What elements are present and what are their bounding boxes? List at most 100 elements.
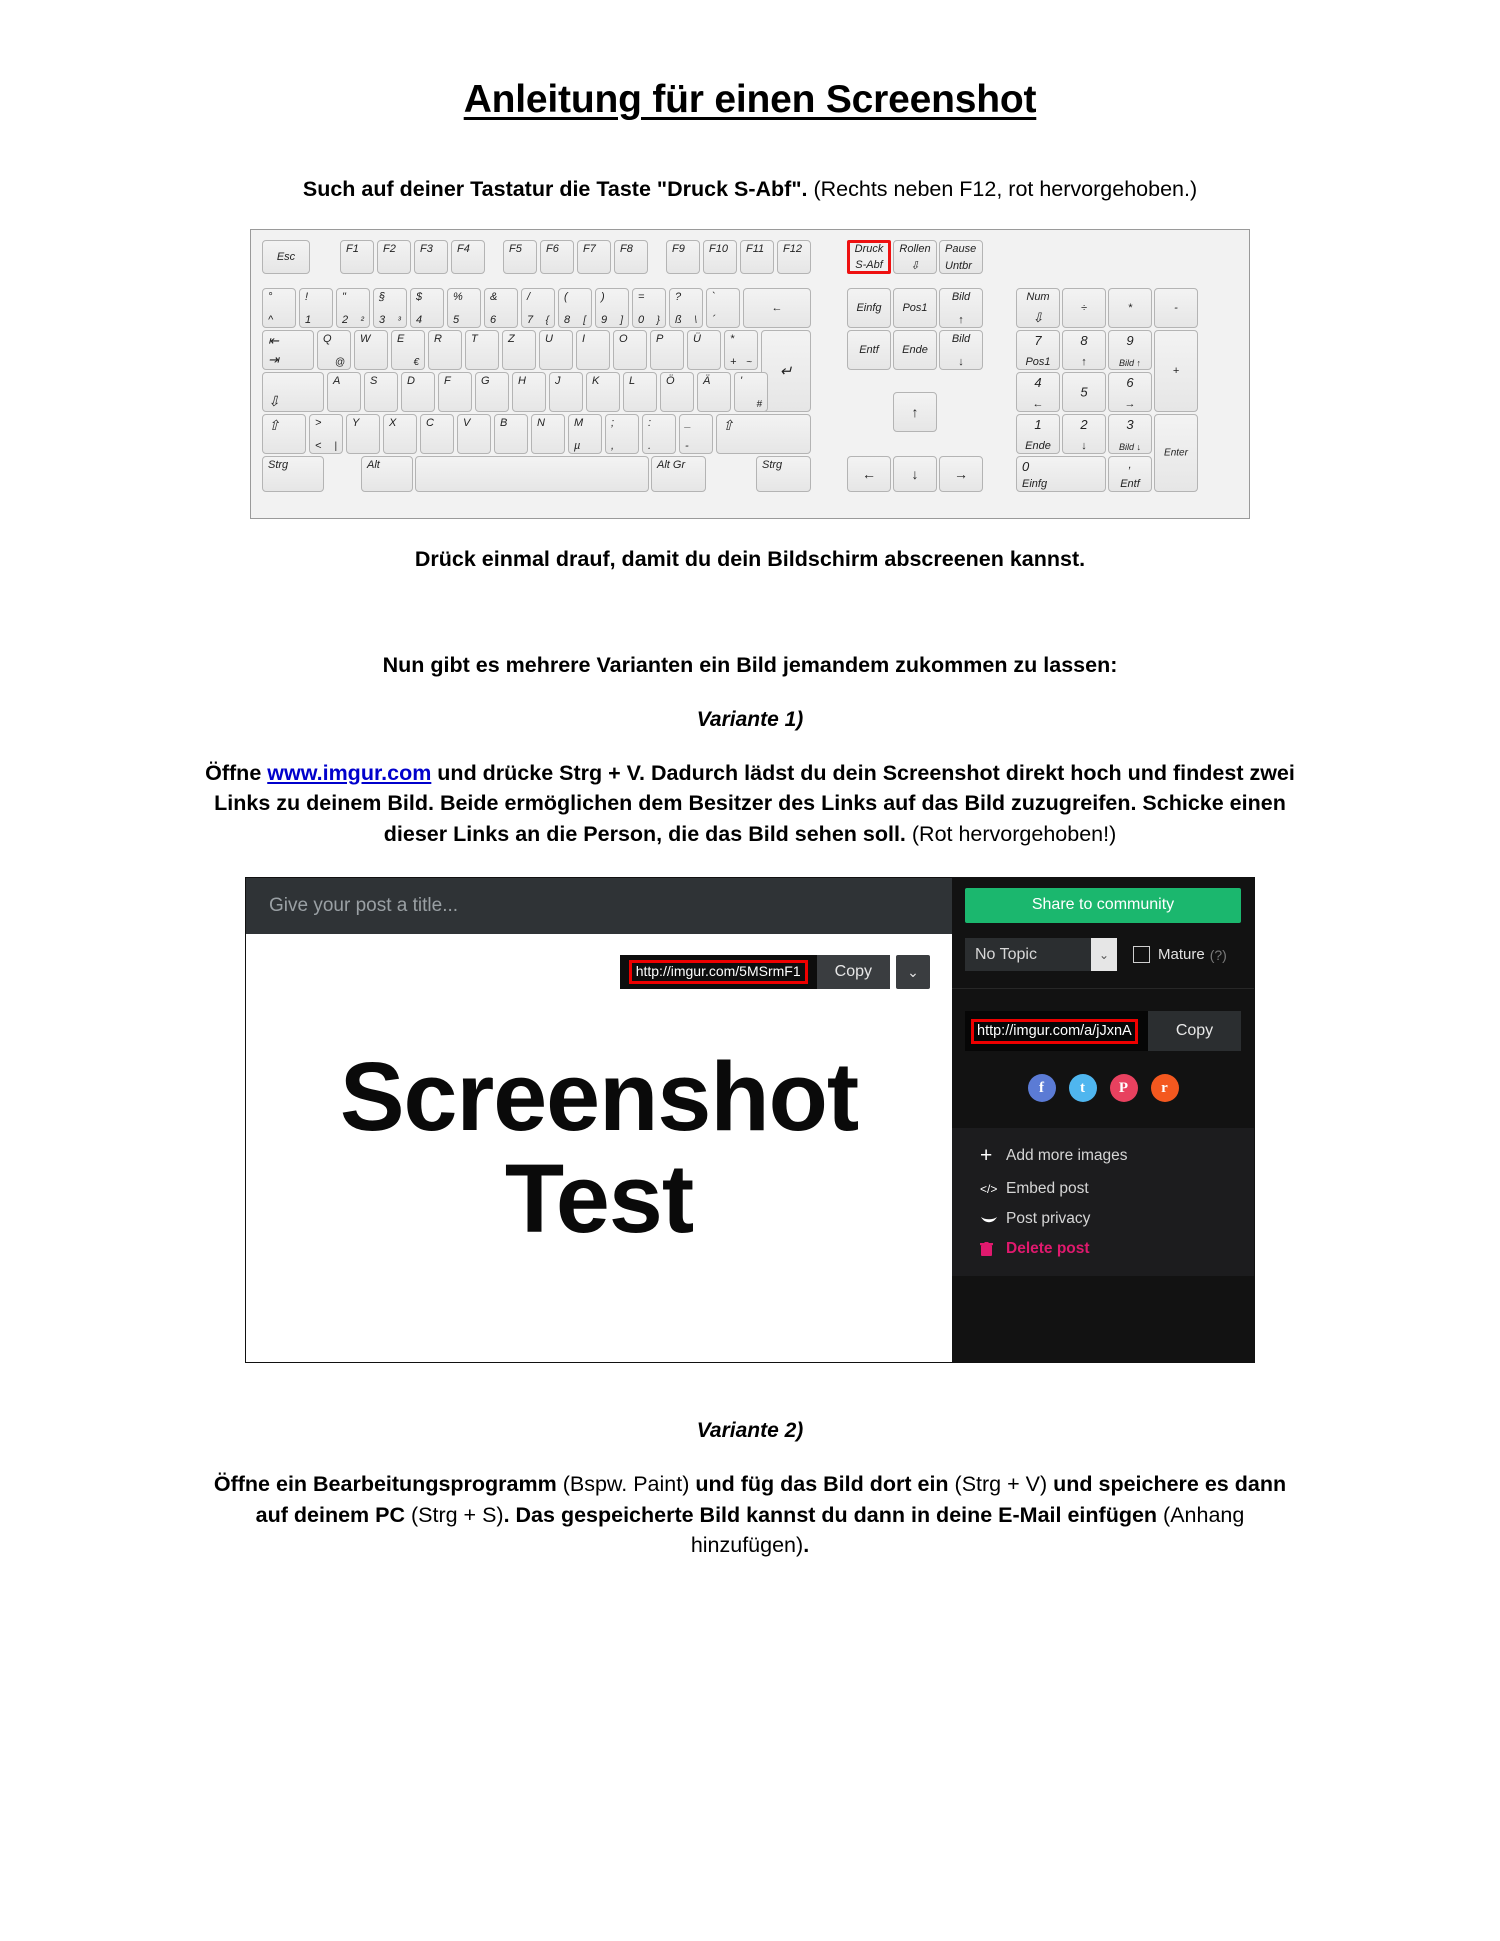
topic-select[interactable]: No Topic ⌄: [965, 938, 1117, 972]
key-space[interactable]: [415, 455, 649, 492]
key-o[interactable]: O: [613, 329, 647, 370]
menu-item-post-privacy[interactable]: Post privacy: [980, 1210, 1254, 1228]
key-s[interactable]: S: [364, 371, 398, 412]
key-np-8[interactable]: 8 ↑: [1062, 329, 1106, 370]
key-pos1[interactable]: Pos1: [893, 287, 937, 328]
direct-link-field[interactable]: http://imgur.com/5MSrmF1: [619, 955, 817, 990]
key-less[interactable]: > < |: [309, 413, 343, 454]
key-9[interactable]: ) 9]: [595, 287, 629, 328]
direct-link-copy-button[interactable]: Copy: [816, 955, 890, 990]
key-e[interactable]: E €: [391, 329, 425, 370]
key-esc[interactable]: Esc: [262, 239, 310, 274]
key-eszett[interactable]: ? ß \: [669, 287, 703, 328]
twitter-icon[interactable]: t: [1068, 1074, 1097, 1103]
key-entf[interactable]: Entf: [847, 329, 891, 370]
key-q[interactable]: Q @: [317, 329, 351, 370]
key-1[interactable]: ! 1: [299, 287, 333, 328]
imgur-link[interactable]: www.imgur.com: [267, 761, 431, 785]
key-np-2[interactable]: 2 ↓: [1062, 413, 1106, 454]
key-v[interactable]: V: [457, 413, 491, 454]
key-x[interactable]: X: [383, 413, 417, 454]
key-capslock[interactable]: ⇩: [262, 371, 324, 412]
key-t[interactable]: T: [465, 329, 499, 370]
key-m[interactable]: Mµ: [568, 413, 602, 454]
key-np-4[interactable]: 4 ←: [1016, 371, 1060, 412]
key-h[interactable]: H: [512, 371, 546, 412]
key-f4[interactable]: F4: [451, 239, 485, 274]
key-6[interactable]: & 6: [484, 287, 518, 328]
key-altgr[interactable]: Alt Gr: [651, 455, 706, 492]
key-f3[interactable]: F3: [414, 239, 448, 274]
key-pause-untbr[interactable]: Pause Untbr: [939, 239, 983, 274]
key-u[interactable]: U: [539, 329, 573, 370]
key-bild-up[interactable]: Bild ↑: [939, 287, 983, 328]
key-np-9[interactable]: 9 Bild ↑: [1108, 329, 1152, 370]
key-0[interactable]: = 0}: [632, 287, 666, 328]
key-i[interactable]: I: [576, 329, 610, 370]
key-enter[interactable]: ↵: [761, 329, 811, 412]
key-a[interactable]: A: [327, 371, 361, 412]
key-np-1[interactable]: 1 Ende: [1016, 413, 1060, 454]
key-hash[interactable]: ' #: [734, 371, 768, 412]
key-np-0[interactable]: 0 Einfg: [1016, 455, 1106, 492]
key-np-comma[interactable]: , Entf: [1108, 455, 1152, 492]
key-shift-left[interactable]: ⇧: [262, 413, 306, 454]
key-np-minus[interactable]: -: [1154, 287, 1198, 328]
key-tab[interactable]: ⇤ ⇥: [262, 329, 314, 370]
key-minus[interactable]: _ -: [679, 413, 713, 454]
key-plus[interactable]: * + ~: [724, 329, 758, 370]
key-numlock[interactable]: Num ⇩: [1016, 287, 1060, 328]
key-arrow-right[interactable]: →: [939, 455, 983, 492]
key-backspace[interactable]: ←: [743, 287, 811, 328]
key-uuml[interactable]: Ü: [687, 329, 721, 370]
key-f8[interactable]: F8: [614, 239, 648, 274]
mature-help-icon[interactable]: (?): [1210, 947, 1227, 963]
key-w[interactable]: W: [354, 329, 388, 370]
key-g[interactable]: G: [475, 371, 509, 412]
key-np-enter[interactable]: Enter: [1154, 413, 1198, 492]
key-f7[interactable]: F7: [577, 239, 611, 274]
reddit-icon[interactable]: r: [1150, 1074, 1179, 1103]
key-arrow-left[interactable]: ←: [847, 455, 891, 492]
key-f6[interactable]: F6: [540, 239, 574, 274]
key-8[interactable]: (8[: [558, 287, 592, 328]
key-p[interactable]: P: [650, 329, 684, 370]
key-5[interactable]: % 5: [447, 287, 481, 328]
menu-item-add-more-images[interactable]: + Add more images: [980, 1144, 1254, 1168]
key-np-5[interactable]: 5: [1062, 371, 1106, 412]
key-2[interactable]: " 2 ²: [336, 287, 370, 328]
key-f1[interactable]: F1: [340, 239, 374, 274]
key-arrow-down[interactable]: ↓: [893, 455, 937, 492]
key-ende[interactable]: Ende: [893, 329, 937, 370]
menu-item-delete-post[interactable]: Delete post: [980, 1240, 1254, 1258]
key-ouml[interactable]: Ö: [660, 371, 694, 412]
key-acute[interactable]: ` ´: [706, 287, 740, 328]
album-link-copy-button[interactable]: Copy: [1148, 1011, 1241, 1052]
key-strg-left[interactable]: Strg: [262, 455, 324, 492]
key-d[interactable]: D: [401, 371, 435, 412]
key-c[interactable]: C: [420, 413, 454, 454]
share-to-community-button[interactable]: Share to community: [965, 888, 1241, 924]
key-period[interactable]: :.: [642, 413, 676, 454]
key-np-6[interactable]: 6 →: [1108, 371, 1152, 412]
facebook-icon[interactable]: f: [1027, 1074, 1056, 1103]
mature-checkbox[interactable]: [1133, 946, 1150, 964]
post-title-input[interactable]: Give your post a title...: [246, 878, 952, 935]
key-druck-s-abf[interactable]: Druck S-Abf: [847, 239, 891, 274]
key-rollen[interactable]: Rollen ⇩: [893, 239, 937, 274]
key-3[interactable]: § 3 ³: [373, 287, 407, 328]
key-r[interactable]: R: [428, 329, 462, 370]
key-f12[interactable]: F12: [777, 239, 811, 274]
key-n[interactable]: N: [531, 413, 565, 454]
key-bild-down[interactable]: Bild ↓: [939, 329, 983, 370]
mature-checkbox-row[interactable]: Mature (?): [1133, 946, 1227, 964]
key-strg-right[interactable]: Strg: [756, 455, 811, 492]
key-7[interactable]: /7{: [521, 287, 555, 328]
key-auml[interactable]: Ä: [697, 371, 731, 412]
key-np-multiply[interactable]: *: [1108, 287, 1152, 328]
key-shift-right[interactable]: ⇧: [716, 413, 811, 454]
album-link-field[interactable]: http://imgur.com/a/jJxnA: [965, 1011, 1148, 1052]
key-comma[interactable]: ;,: [605, 413, 639, 454]
key-alt-left[interactable]: Alt: [361, 455, 413, 492]
key-circum[interactable]: ° ^: [262, 287, 296, 328]
